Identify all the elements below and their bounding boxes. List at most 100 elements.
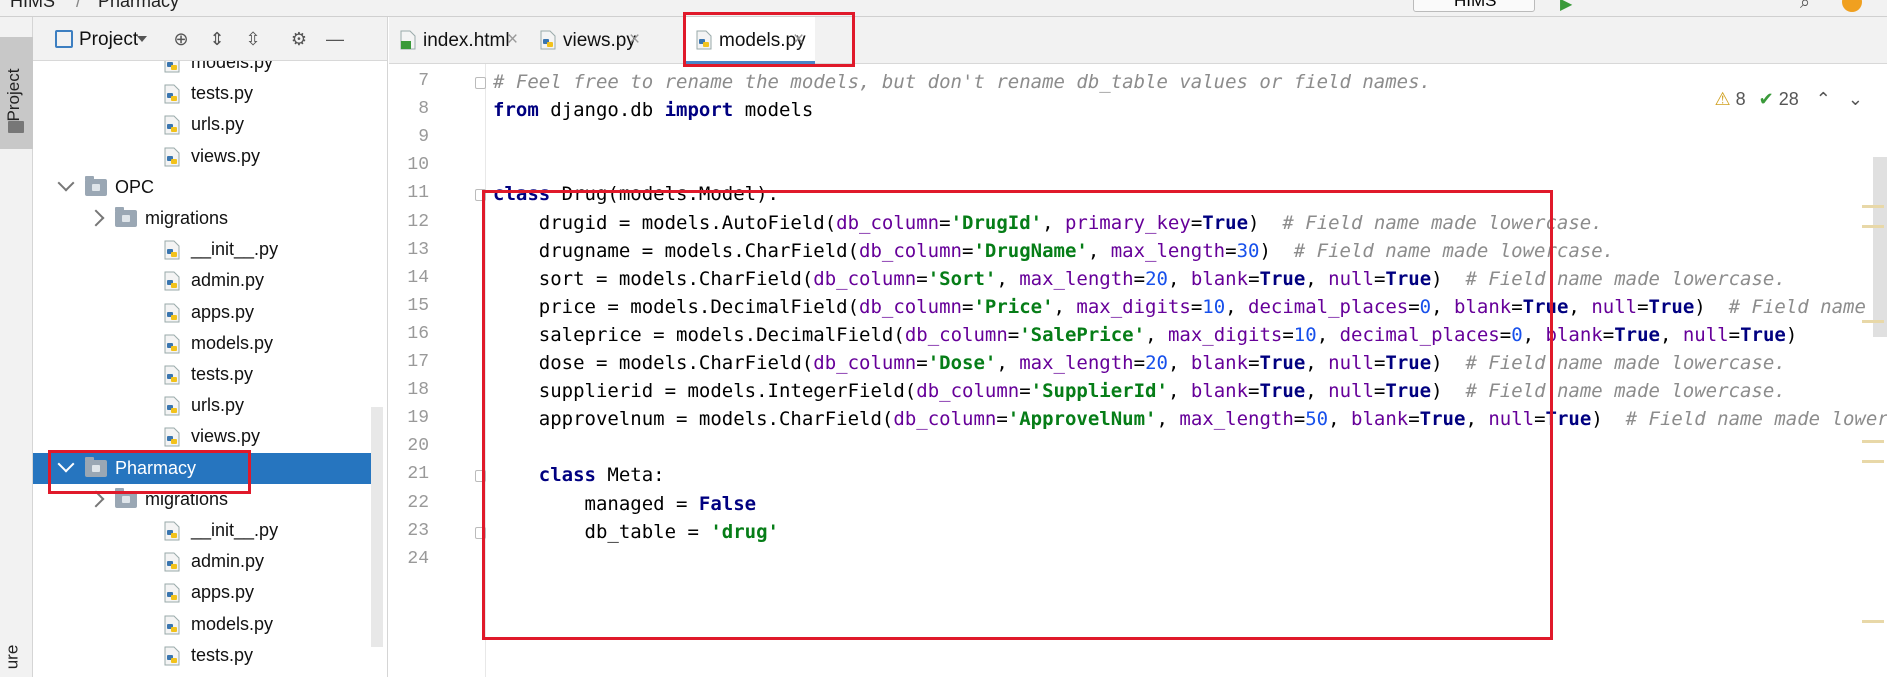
code-token: null — [1488, 408, 1535, 431]
code-token: # Field name made lowercase. — [1465, 380, 1786, 403]
code-token: Drug(models.Model): — [550, 183, 779, 206]
line-number: 18 — [407, 380, 429, 401]
fold-marker-icon[interactable] — [475, 77, 486, 89]
code-token: 0 — [1419, 295, 1432, 318]
line-number: 21 — [407, 464, 429, 485]
gear-icon[interactable]: ⚙ — [289, 29, 309, 49]
tree-file-item[interactable]: __init__.py — [33, 234, 383, 265]
tree-item-label: apps.py — [191, 301, 255, 322]
gutter-marker[interactable] — [1862, 440, 1884, 443]
code-token: True — [1522, 295, 1569, 318]
project-tool-button[interactable]: Project — [0, 37, 33, 149]
expand-all-icon[interactable]: ⇕ — [207, 29, 227, 49]
collapsed-arrow-icon[interactable] — [87, 209, 105, 227]
code-token: , — [1316, 323, 1340, 346]
tree-file-item[interactable]: tests.py — [33, 640, 383, 671]
code-token: 'ApprovelNum' — [1007, 408, 1157, 431]
chevron-up-icon[interactable]: ⌃ — [1816, 89, 1831, 109]
code-token: = — [1728, 323, 1741, 346]
tree-file-item[interactable]: views.py — [33, 141, 383, 172]
code-token: , — [1328, 408, 1352, 431]
collapsed-arrow-icon[interactable] — [87, 490, 105, 508]
code-line: drugid = models.AutoField(db_column='Dru… — [493, 209, 1603, 237]
project-tool-label: Project — [4, 68, 23, 122]
close-icon[interactable]: × — [507, 29, 518, 51]
code-token: 10 — [1293, 323, 1317, 346]
code-token: True — [1419, 408, 1466, 431]
tree-file-item[interactable]: admin.py — [33, 265, 383, 296]
tree-file-item[interactable]: tests.py — [33, 78, 383, 109]
tab-models-py[interactable]: models.py × — [685, 17, 815, 64]
tree-scrollbar[interactable] — [371, 407, 383, 647]
search-icon[interactable]: ⌕ — [1800, 0, 1810, 13]
run-config-dropdown[interactable]: HIMS — [1413, 0, 1535, 12]
tree-file-item[interactable]: __init__.py — [33, 515, 383, 546]
chevron-down-icon[interactable] — [137, 36, 147, 42]
code-token: max_length — [1019, 267, 1134, 290]
expanded-arrow-icon[interactable] — [57, 174, 75, 192]
project-view-selector[interactable]: Project — [79, 29, 138, 51]
tree-file-item[interactable]: apps.py — [33, 297, 383, 328]
tree-file-item[interactable]: urls.py — [33, 390, 383, 421]
code-token: 'Dose' — [927, 352, 997, 374]
tree-file-item[interactable]: models.py — [33, 609, 383, 640]
code-token: = — [1637, 295, 1649, 318]
gutter-marker[interactable] — [1862, 205, 1884, 208]
gutter-marker[interactable] — [1862, 225, 1884, 228]
tree-folder-item[interactable]: migrations — [33, 203, 383, 234]
tab-views-py[interactable]: views.py × — [529, 17, 651, 64]
tree-file-item[interactable]: tests.py — [33, 359, 383, 390]
expanded-arrow-icon[interactable] — [57, 455, 75, 473]
tree-file-item[interactable]: models.py — [33, 61, 383, 78]
close-icon[interactable]: × — [629, 29, 640, 51]
run-icon[interactable]: ▶ — [1560, 0, 1572, 14]
editor-scrollbar[interactable] — [1873, 157, 1887, 337]
code-token: , — [1305, 380, 1329, 403]
tree-folder-item[interactable]: Pharmacy — [33, 452, 383, 484]
tab-index-html[interactable]: index.html × — [389, 17, 529, 64]
code-token: ) — [1591, 408, 1626, 431]
code-token: , — [1145, 323, 1168, 346]
code-token: 30 — [1236, 239, 1260, 262]
code-token: , — [1305, 267, 1329, 290]
run-config-label: HIMS — [1454, 0, 1497, 10]
code-token: = — [1499, 323, 1512, 346]
notification-icon[interactable] — [1842, 0, 1862, 12]
tree-file-item[interactable]: views.py — [33, 421, 383, 452]
tree-item-label: urls.py — [191, 114, 245, 135]
collapse-all-icon[interactable]: ⇳ — [243, 29, 263, 49]
code-token: managed = — [493, 492, 699, 515]
code-token: True — [1648, 295, 1695, 318]
chevron-down-icon[interactable]: ⌄ — [1848, 89, 1863, 109]
package-folder-icon — [85, 175, 107, 196]
fold-marker-icon[interactable] — [475, 526, 486, 539]
gutter-marker[interactable] — [1862, 320, 1884, 323]
tree-file-item[interactable]: models.py — [33, 328, 383, 359]
gutter-marker[interactable] — [1862, 460, 1884, 463]
tree-item-label: tests.py — [191, 83, 254, 104]
close-icon[interactable]: × — [793, 29, 804, 51]
hide-icon[interactable]: — — [325, 29, 345, 49]
fold-marker-icon[interactable] — [475, 189, 486, 202]
structure-tool-button[interactable]: ure — [0, 637, 33, 677]
tree-file-item[interactable]: apps.py — [33, 577, 383, 608]
locate-icon[interactable]: ⊕ — [171, 29, 191, 49]
gutter-marker[interactable] — [1862, 620, 1884, 623]
code-view[interactable]: # Feel free to rename the models, but do… — [493, 64, 1887, 677]
tree-folder-item[interactable]: OPC — [33, 172, 383, 203]
tree-folder-item[interactable]: migrations — [33, 484, 383, 515]
breadcrumb-folder[interactable]: Pharmacy — [98, 0, 179, 12]
code-token: ) — [1431, 267, 1466, 290]
python-file-icon — [163, 84, 181, 104]
code-token: ) — [1694, 295, 1729, 318]
inspection-widget[interactable]: ⚠ 8 ✔ 28 ⌃ ⌄ — [1714, 89, 1863, 110]
tree-file-item[interactable]: admin.py — [33, 546, 383, 577]
code-token: max_length — [1019, 352, 1134, 374]
fold-marker-icon[interactable] — [475, 470, 486, 483]
code-token: saleprice = models.DecimalField( — [493, 323, 905, 346]
breadcrumb-project[interactable]: HIMS — [10, 0, 55, 12]
tree-item-label: admin.py — [191, 551, 265, 572]
tree-file-item[interactable]: urls.py — [33, 109, 383, 140]
python-file-icon — [163, 115, 181, 135]
project-panel: Project ⊕ ⇕ ⇳ ⚙ — models.py tests.py urls.… — [33, 17, 388, 677]
